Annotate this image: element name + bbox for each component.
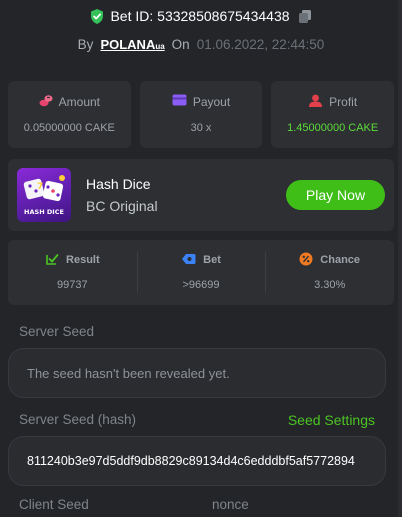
payout-value: 30 x: [190, 122, 212, 134]
chance-label: Chance: [320, 254, 361, 266]
bet-stats: Amount 0.05000000 CAKE Payout 30 x Profi…: [8, 81, 395, 148]
seed-settings-link[interactable]: Seed Settings: [288, 412, 375, 428]
coins-icon: [39, 94, 53, 110]
profit-label: Profit: [329, 94, 358, 109]
game-card: 7 HASH DICE Hash Dice BC Original Play N…: [8, 159, 394, 231]
result-column: Result 99737: [8, 240, 137, 305]
shield-check-icon: [90, 8, 104, 24]
game-title[interactable]: Hash Dice: [86, 176, 158, 192]
bet-date: 01.06.2022, 22:44:50: [196, 37, 325, 52]
amount-value: 0.05000000 CAKE: [23, 122, 115, 134]
bet-value: >96699: [182, 279, 220, 291]
game-thumbnail[interactable]: 7 HASH DICE: [17, 168, 71, 222]
bet-label: Bet: [203, 254, 221, 266]
username-link[interactable]: POLANAua: [100, 37, 164, 52]
bet-id: Bet ID: 53328508675434438: [110, 8, 290, 24]
svg-text:7: 7: [37, 182, 43, 192]
result-card: Result 99737 Bet >96699 Chance 3.30%: [8, 240, 394, 305]
wallet-card-icon: [172, 94, 187, 109]
chance-value: 3.30%: [314, 279, 346, 291]
bet-id-row: Bet ID: 53328508675434438: [0, 7, 402, 25]
profit-value: 1.45000000 CAKE: [287, 122, 379, 134]
game-info: Hash Dice BC Original: [86, 176, 158, 214]
play-now-button[interactable]: Play Now: [286, 180, 385, 210]
server-seed-hash-label: Server Seed (hash): [19, 412, 137, 427]
amount-label: Amount: [58, 94, 101, 109]
client-seed-label: Client Seed: [19, 497, 89, 512]
chance-column: Chance 3.30%: [265, 240, 394, 305]
bet-column: Bet >96699: [136, 240, 266, 305]
server-seed-hash-field[interactable]: 811240b3e97d5ddf9db8829c89134d4c6edddbf5…: [8, 436, 386, 486]
profit-card: Profit 1.45000000 CAKE: [271, 81, 395, 148]
server-seed-label: Server Seed: [19, 324, 95, 339]
bet-tag-icon: [181, 252, 196, 269]
percent-icon: [299, 252, 313, 269]
payout-label: Payout: [192, 94, 231, 109]
user-coins-icon: [308, 94, 323, 110]
nonce-label: nonce: [212, 497, 249, 512]
payout-card: Payout 30 x: [139, 81, 263, 148]
on-label: On: [171, 37, 190, 52]
by-row: By POLANAua On 01.06.2022, 22:44:50: [0, 37, 402, 52]
svg-text:HASH DICE: HASH DICE: [24, 208, 64, 216]
scrollbar[interactable]: [398, 0, 402, 517]
game-subtitle: BC Original: [86, 198, 158, 214]
result-label: Result: [66, 254, 100, 266]
result-value: 99737: [57, 279, 88, 291]
copy-icon[interactable]: [298, 9, 312, 23]
amount-card: Amount 0.05000000 CAKE: [8, 81, 131, 148]
by-label: By: [77, 37, 94, 52]
server-seed-field: The seed hasn't been revealed yet.: [8, 348, 386, 398]
checkbox-result-icon: [45, 252, 59, 269]
bet-header: Bet ID: 53328508675434438 By POLANAua On…: [0, 0, 402, 52]
